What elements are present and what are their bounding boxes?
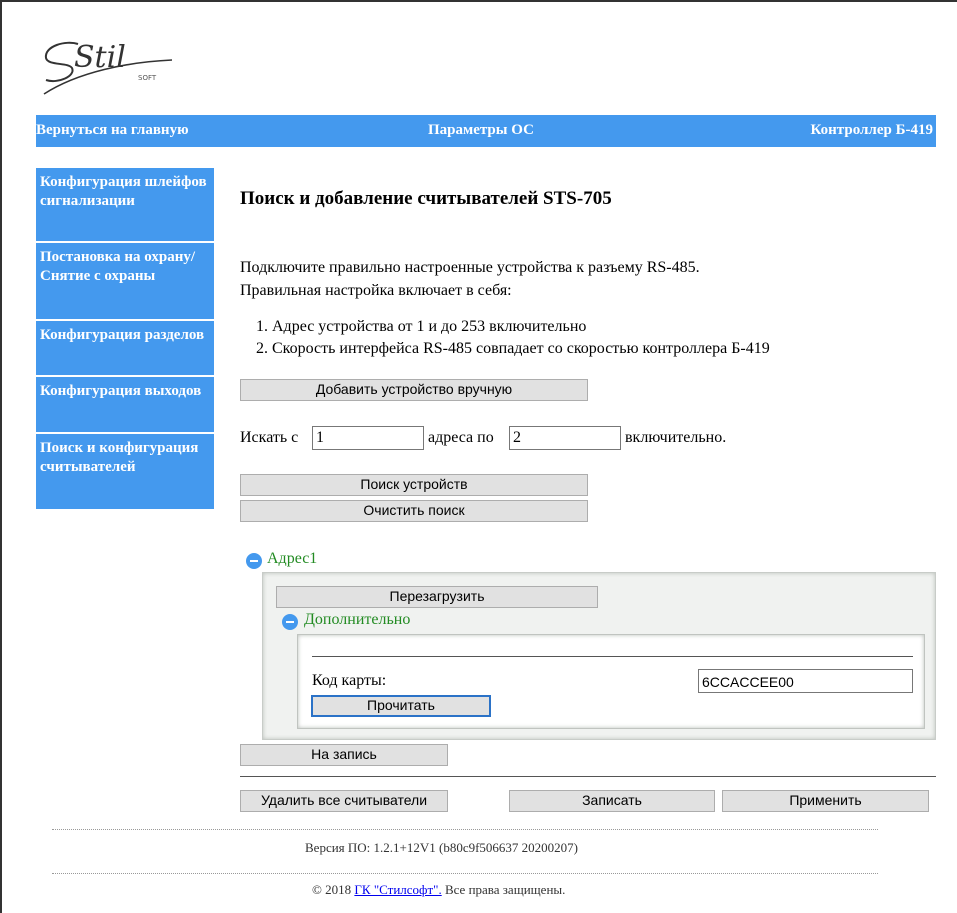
top-navigation-bar: Вернуться на главную Параметры ОС Контро… bbox=[36, 115, 936, 147]
search-to-label: адреса по bbox=[428, 429, 494, 446]
copyright-prefix: © 2018 bbox=[312, 882, 352, 897]
divider bbox=[240, 776, 936, 777]
read-button[interactable]: Прочитать bbox=[311, 695, 491, 717]
sidebar-item-zones-config[interactable]: Конфигурация шлейфов сигнализации bbox=[36, 168, 214, 243]
requirement-item: Скорость интерфейса RS-485 совпадает со … bbox=[272, 338, 952, 360]
card-code-label: Код карты: bbox=[312, 672, 387, 689]
home-link[interactable]: Вернуться на главную bbox=[36, 122, 189, 139]
section-title: Параметры ОС bbox=[428, 122, 534, 138]
apply-button[interactable]: Применить bbox=[722, 790, 929, 812]
footer-divider bbox=[52, 873, 878, 874]
device-group-title: Адрес1 bbox=[267, 550, 318, 567]
clear-search-button[interactable]: Очистить поиск bbox=[240, 500, 588, 522]
divider bbox=[312, 656, 913, 657]
collapse-icon[interactable] bbox=[246, 553, 262, 569]
save-button[interactable]: Записать bbox=[509, 790, 715, 812]
page-title: Поиск и добавление считывателей STS-705 bbox=[240, 188, 612, 209]
extra-group-title: Дополнительно bbox=[304, 611, 411, 628]
sidebar-item-outputs-config[interactable]: Конфигурация выходов bbox=[36, 377, 214, 434]
firmware-version: Версия ПО: 1.2.1+12V1 (b80c9f506637 2020… bbox=[305, 840, 579, 855]
logo-subtext: SOFT bbox=[138, 74, 157, 82]
logo-text: Stil bbox=[74, 40, 126, 75]
device-name: Контроллер Б-419 bbox=[810, 122, 933, 138]
sidebar-item-partitions-config[interactable]: Конфигурация разделов bbox=[36, 321, 214, 377]
requirements-list: Адрес устройства от 1 и до 253 включител… bbox=[246, 316, 952, 360]
sidebar: Конфигурация шлейфов сигнализации Постан… bbox=[36, 168, 214, 511]
footer-divider bbox=[52, 829, 878, 830]
company-link[interactable]: ГК "Стилсофт". bbox=[354, 882, 441, 897]
reboot-button[interactable]: Перезагрузить bbox=[276, 586, 598, 608]
instructions-text: Подключите правильно настроенные устройс… bbox=[240, 256, 880, 302]
search-from-input[interactable] bbox=[312, 426, 424, 450]
requirement-item: Адрес устройства от 1 и до 253 включител… bbox=[272, 316, 952, 338]
write-entry-button[interactable]: На запись bbox=[240, 744, 448, 766]
copyright-rights: Все права защищены. bbox=[444, 882, 566, 897]
copyright: © 2018 ГК "Стилсофт". Все права защищены… bbox=[312, 882, 565, 898]
search-suffix-label: включительно. bbox=[625, 429, 727, 446]
search-from-label: Искать с bbox=[240, 429, 299, 446]
stilsoft-logo: Stil SOFT bbox=[38, 22, 178, 102]
sidebar-item-arming[interactable]: Постановка на охрану/Снятие с охраны bbox=[36, 243, 214, 321]
instructions-line-2: Правильная настройка включает в себя: bbox=[240, 282, 512, 299]
window-frame-left bbox=[0, 0, 2, 913]
card-code-field[interactable] bbox=[698, 669, 913, 693]
search-to-input[interactable] bbox=[509, 426, 621, 450]
collapse-icon[interactable] bbox=[282, 614, 298, 630]
sidebar-item-readers-config[interactable]: Поиск и конфигурация считывателей bbox=[36, 434, 214, 511]
delete-all-readers-button[interactable]: Удалить все считыватели bbox=[240, 790, 448, 812]
add-device-manually-button[interactable]: Добавить устройство вручную bbox=[240, 379, 588, 401]
search-devices-button[interactable]: Поиск устройств bbox=[240, 474, 588, 496]
instructions-line-1: Подключите правильно настроенные устройс… bbox=[240, 259, 700, 276]
window-frame-top bbox=[0, 0, 957, 2]
